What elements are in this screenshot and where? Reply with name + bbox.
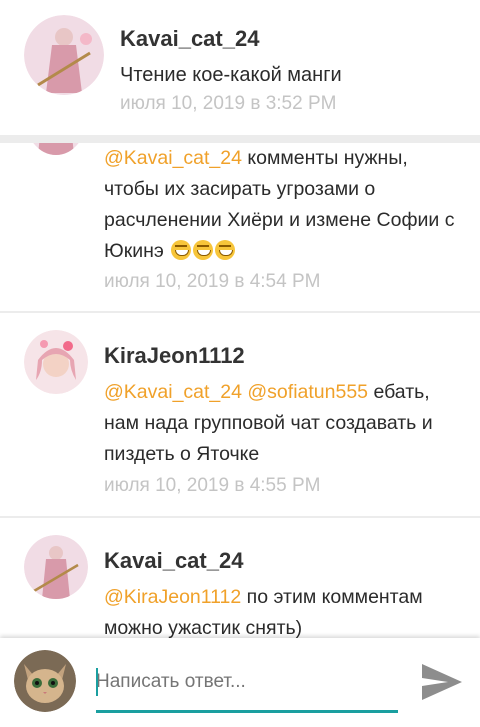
comment-author[interactable]: Kavai_cat_24 (104, 548, 243, 574)
post-title: Чтение кое-какой манги (120, 64, 342, 86)
comment-author[interactable]: KiraJeon1112 (104, 343, 245, 369)
avatar[interactable] (24, 15, 104, 95)
avatar[interactable] (24, 143, 88, 155)
comment-timestamp: июля 10, 2019 в 4:54 PM (104, 271, 321, 292)
comment-text: @Kavai_cat_24 комменты нужны, чтобы их з… (104, 143, 464, 267)
mention-link[interactable]: @sofiatun555 (247, 381, 368, 403)
text-cursor (96, 668, 98, 696)
avatar[interactable] (24, 535, 88, 599)
mention-link[interactable]: @KiraJeon1112 (104, 586, 241, 608)
post-header-card: Kavai_cat_24 Чтение кое-какой манги июля… (0, 0, 480, 135)
reply-input-underline (96, 710, 398, 713)
mention-link[interactable]: @Kavai_cat_24 (104, 381, 242, 403)
comment-card: KiraJeon1112 @Kavai_cat_24 @sofiatun555 … (0, 313, 480, 516)
comment-text: @KiraJeon1112 по этим комментам можно уж… (104, 582, 469, 638)
send-icon[interactable] (420, 662, 464, 702)
avatar[interactable] (14, 650, 76, 712)
reply-input[interactable] (96, 666, 396, 698)
reply-bar (0, 638, 480, 727)
post-timestamp: июля 10, 2019 в 3:52 PM (120, 93, 337, 114)
mention-link[interactable]: @Kavai_cat_24 (104, 147, 242, 169)
post-author[interactable]: Kavai_cat_24 (120, 26, 259, 52)
laughing-emoji-icon (169, 240, 236, 262)
comment-timestamp: июля 10, 2019 в 4:55 PM (104, 475, 321, 496)
comment-card: Kavai_cat_24 @KiraJeon1112 по этим комме… (0, 518, 480, 638)
comment-text: @Kavai_cat_24 @sofiatun555 ебать, нам на… (104, 377, 469, 470)
comment-card: @Kavai_cat_24 комменты нужны, чтобы их з… (0, 143, 480, 311)
avatar[interactable] (24, 330, 88, 394)
